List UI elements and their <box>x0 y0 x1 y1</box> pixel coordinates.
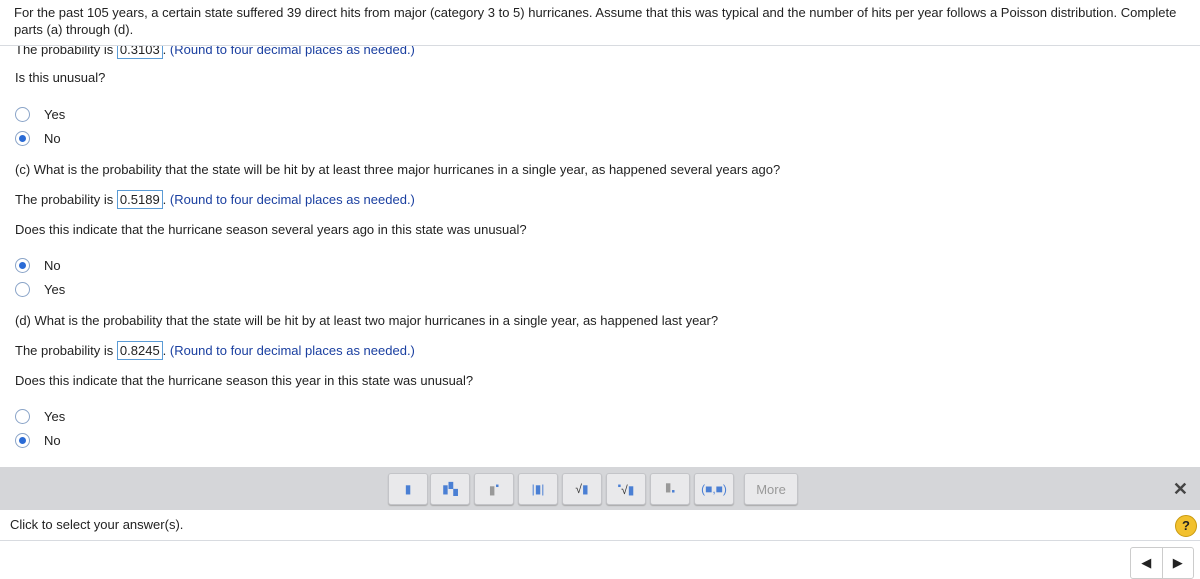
answer-box[interactable]: 0.8245 <box>116 341 163 360</box>
question-text: For the past 105 years, a certain state … <box>14 5 1177 37</box>
radio-no[interactable] <box>15 131 30 146</box>
divider <box>0 540 1200 541</box>
option-label[interactable]: Yes <box>44 282 65 297</box>
radio-yes[interactable] <box>15 107 30 122</box>
exponent-button[interactable]: ▮▪ <box>474 473 514 505</box>
math-toolbar: ▮ ▮▚ ▮▪ |▮| √▮ ▪√▮ ▮▪ (■,■) More ✕ <box>0 467 1200 510</box>
nth-root-button[interactable]: ▪√▮ <box>606 473 646 505</box>
radio-no[interactable] <box>15 258 30 273</box>
help-icon[interactable]: ? <box>1175 515 1197 537</box>
status-text: Click to select your answer(s). <box>10 517 184 532</box>
part-d-text: (d) What is the probability that the sta… <box>15 313 719 328</box>
ordered-pair-icon: (■,■) <box>701 482 727 496</box>
part-b-probability: The probability is 0.3103. (Round to fou… <box>15 46 415 59</box>
subscript-icon: ▮▪ <box>664 480 676 498</box>
square-root-button[interactable]: √▮ <box>562 473 602 505</box>
option-label[interactable]: No <box>44 131 61 146</box>
hint: (Round to four decimal places as needed.… <box>169 46 415 57</box>
option-label[interactable]: Yes <box>44 107 65 122</box>
question-nav: ◀ ▶ <box>1130 547 1194 579</box>
answer-box[interactable]: 0.5189 <box>116 190 163 209</box>
exponent-icon: ▮▪ <box>488 481 500 497</box>
mixed-number-button[interactable]: ▮▚ <box>430 473 470 505</box>
radio-no[interactable] <box>15 433 30 448</box>
absolute-value-icon: |▮| <box>531 482 545 496</box>
ordered-pair-button[interactable]: (■,■) <box>694 473 734 505</box>
mixed-number-icon: ▮▚ <box>442 482 458 496</box>
square-root-icon: √▮ <box>575 482 589 496</box>
part-d-question: Does this indicate that the hurricane se… <box>15 373 474 388</box>
fraction-icon: ▮ <box>404 482 412 496</box>
hint: (Round to four decimal places as needed.… <box>169 192 415 207</box>
option-label[interactable]: No <box>44 433 61 448</box>
part-c-probability: The probability is 0.5189. (Round to fou… <box>15 190 415 209</box>
part-c-text: (c) What is the probability that the sta… <box>15 162 781 177</box>
prob-label: The probability is <box>15 343 114 358</box>
part-d-probability: The probability is 0.8245. (Round to fou… <box>15 341 415 360</box>
previous-arrow-icon[interactable]: ◀ <box>1131 548 1163 578</box>
next-arrow-icon[interactable]: ▶ <box>1163 548 1194 578</box>
hint: (Round to four decimal places as needed.… <box>169 343 415 358</box>
radio-yes[interactable] <box>15 409 30 424</box>
nth-root-icon: ▪√▮ <box>617 481 635 497</box>
close-icon[interactable]: ✕ <box>1173 479 1188 500</box>
prob-label: The probability is <box>15 192 114 207</box>
more-button[interactable]: More <box>744 473 798 505</box>
radio-yes[interactable] <box>15 282 30 297</box>
answer-box[interactable]: 0.3103 <box>116 46 163 59</box>
subscript-button[interactable]: ▮▪ <box>650 473 690 505</box>
prob-label: The probability is <box>15 46 114 57</box>
option-label[interactable]: No <box>44 258 61 273</box>
fraction-button[interactable]: ▮ <box>388 473 428 505</box>
option-label[interactable]: Yes <box>44 409 65 424</box>
absolute-value-button[interactable]: |▮| <box>518 473 558 505</box>
answer-scroll-area[interactable]: The probability is 0.3103. (Round to fou… <box>0 46 1200 464</box>
part-c-question: Does this indicate that the hurricane se… <box>15 222 527 237</box>
part-b-question: Is this unusual? <box>15 70 106 85</box>
